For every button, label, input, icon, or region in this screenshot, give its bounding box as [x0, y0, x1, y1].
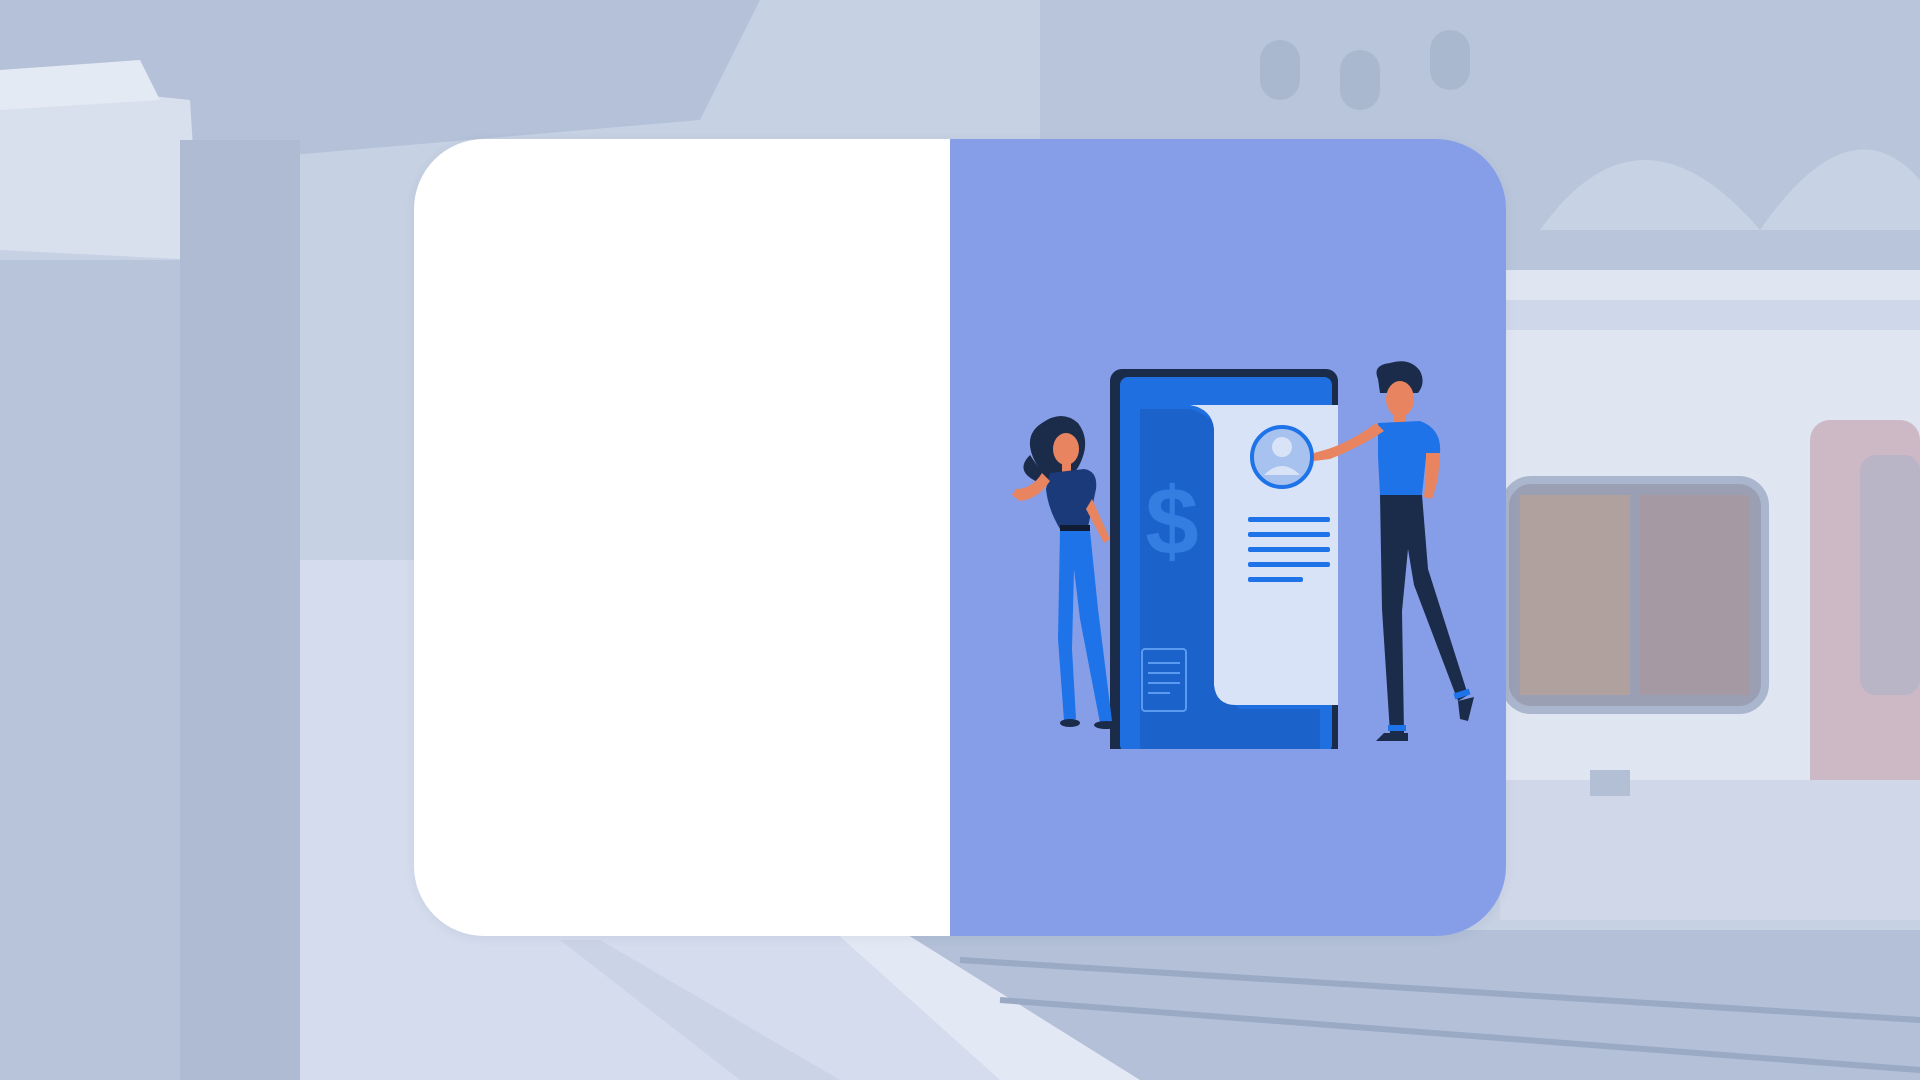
- woman-figure: [1012, 416, 1118, 729]
- card-right-panel: $: [950, 139, 1506, 936]
- card-left-panel: [414, 139, 950, 936]
- page-canvas: $: [0, 0, 1920, 1080]
- payment-illustration: $: [1012, 361, 1474, 749]
- content-card: $: [414, 139, 1506, 936]
- dollar-sign-icon: $: [1145, 468, 1198, 575]
